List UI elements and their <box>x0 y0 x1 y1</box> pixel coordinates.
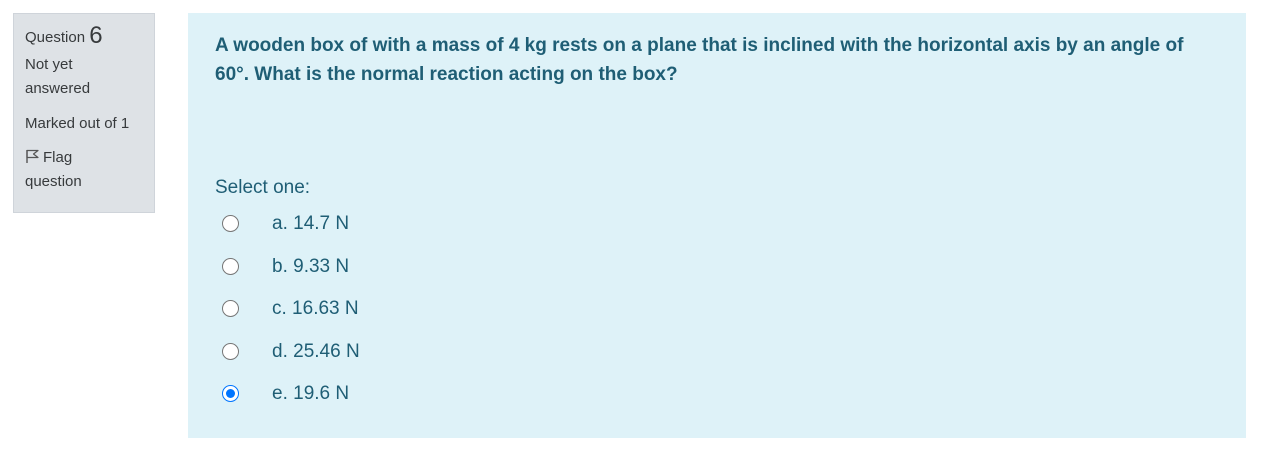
answer-radio-e[interactable] <box>222 385 239 402</box>
answer-label-c[interactable]: c. 16.63 N <box>272 297 359 321</box>
answer-list: a. 14.7 N b. 9.33 N c. 16.63 N d. 25.46 … <box>222 204 522 417</box>
answer-prompt: Select one: <box>215 177 311 198</box>
answer-label-b[interactable]: b. 9.33 N <box>272 255 349 279</box>
answer-radio-a[interactable] <box>222 215 239 232</box>
answer-radio-d[interactable] <box>222 342 239 360</box>
flag-question-link[interactable]: Flag question <box>25 146 125 194</box>
question-info-panel: Question 6 Not yet answered Marked out o… <box>13 13 155 213</box>
question-content: A wooden box of with a mass of 4 kg rest… <box>188 13 1246 438</box>
flag-icon <box>25 147 41 163</box>
question-label: Question <box>25 29 86 46</box>
question-number: 6 <box>89 22 103 49</box>
answer-option-b[interactable]: b. 9.33 N <box>222 247 522 290</box>
answer-radio-b[interactable] <box>222 257 239 275</box>
answer-label-d[interactable]: d. 25.46 N <box>272 340 360 364</box>
question-text: A wooden box of with a mass of 4 kg rest… <box>215 35 1184 85</box>
answer-option-e[interactable]: e. 19.6 N <box>222 374 522 417</box>
question-state: Not yet answered <box>25 56 91 97</box>
question-page: Question 6 Not yet answered Marked out o… <box>0 0 1261 454</box>
question-grade: Marked out of 1 <box>25 115 130 132</box>
question-heading: Question 6 <box>25 22 143 52</box>
answer-label-e[interactable]: e. 19.6 N <box>272 382 349 406</box>
answer-option-a[interactable]: a. 14.7 N <box>222 204 522 247</box>
answer-label-a[interactable]: a. 14.7 N <box>272 212 349 236</box>
answer-radio-c[interactable] <box>222 300 239 317</box>
answer-option-d[interactable]: d. 25.46 N <box>222 332 522 375</box>
answer-option-c[interactable]: c. 16.63 N <box>222 289 522 332</box>
